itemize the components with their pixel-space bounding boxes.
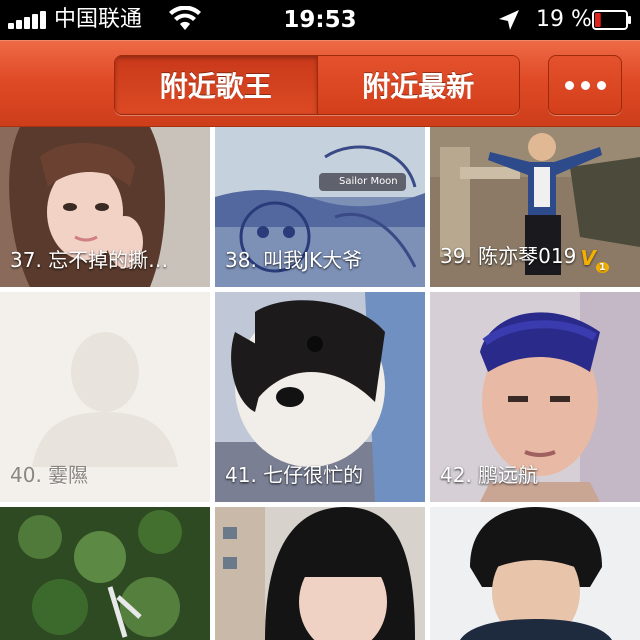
ellipsis-icon bbox=[564, 80, 606, 90]
status-bar: 中国联通 19:53 19 % bbox=[0, 0, 640, 40]
user-caption: 37. 忘不掉的撕… bbox=[10, 248, 169, 272]
user-caption: 40. 霎隰 bbox=[10, 463, 89, 487]
user-caption: 41. 七仔很忙的 bbox=[225, 463, 364, 487]
tab-nearby-newest[interactable]: 附近最新 bbox=[316, 56, 519, 114]
overlay-label: Sailor Moon bbox=[319, 173, 406, 191]
user-grid: 37. 忘不掉的撕… Sailor Moon 38. 叫我JK大爷 39. 陈亦… bbox=[0, 127, 640, 640]
user-caption: 42. 鹏远航 bbox=[440, 463, 539, 487]
user-card[interactable]: 41. 七仔很忙的 bbox=[215, 292, 425, 502]
user-photo bbox=[430, 507, 640, 640]
user-card[interactable] bbox=[0, 507, 210, 640]
user-card[interactable]: 40. 霎隰 bbox=[0, 292, 210, 502]
user-card[interactable] bbox=[430, 507, 640, 640]
tab-nearby-king[interactable]: 附近歌王 bbox=[115, 56, 317, 114]
location-arrow-icon bbox=[499, 10, 519, 30]
vip-badge-icon: V1 bbox=[580, 246, 609, 273]
user-card[interactable]: 42. 鹏远航 bbox=[430, 292, 640, 502]
user-card[interactable] bbox=[215, 507, 425, 640]
battery-icon bbox=[592, 10, 631, 30]
user-photo bbox=[0, 507, 210, 640]
user-card[interactable]: 37. 忘不掉的撕… bbox=[0, 127, 210, 287]
user-photo bbox=[215, 507, 425, 640]
user-card[interactable]: Sailor Moon 38. 叫我JK大爷 bbox=[215, 127, 425, 287]
segmented-tabs: 附近歌王 附近最新 bbox=[114, 55, 520, 115]
nav-bar: 附近歌王 附近最新 bbox=[0, 40, 640, 128]
user-card[interactable]: 39. 陈亦琴019 V 1 bbox=[430, 127, 640, 287]
user-caption: 38. 叫我JK大爷 bbox=[225, 248, 363, 272]
user-caption: 39. 陈亦琴019 V 1 bbox=[440, 240, 609, 273]
battery-percent: 19 % bbox=[536, 7, 592, 32]
more-button[interactable] bbox=[548, 55, 622, 115]
